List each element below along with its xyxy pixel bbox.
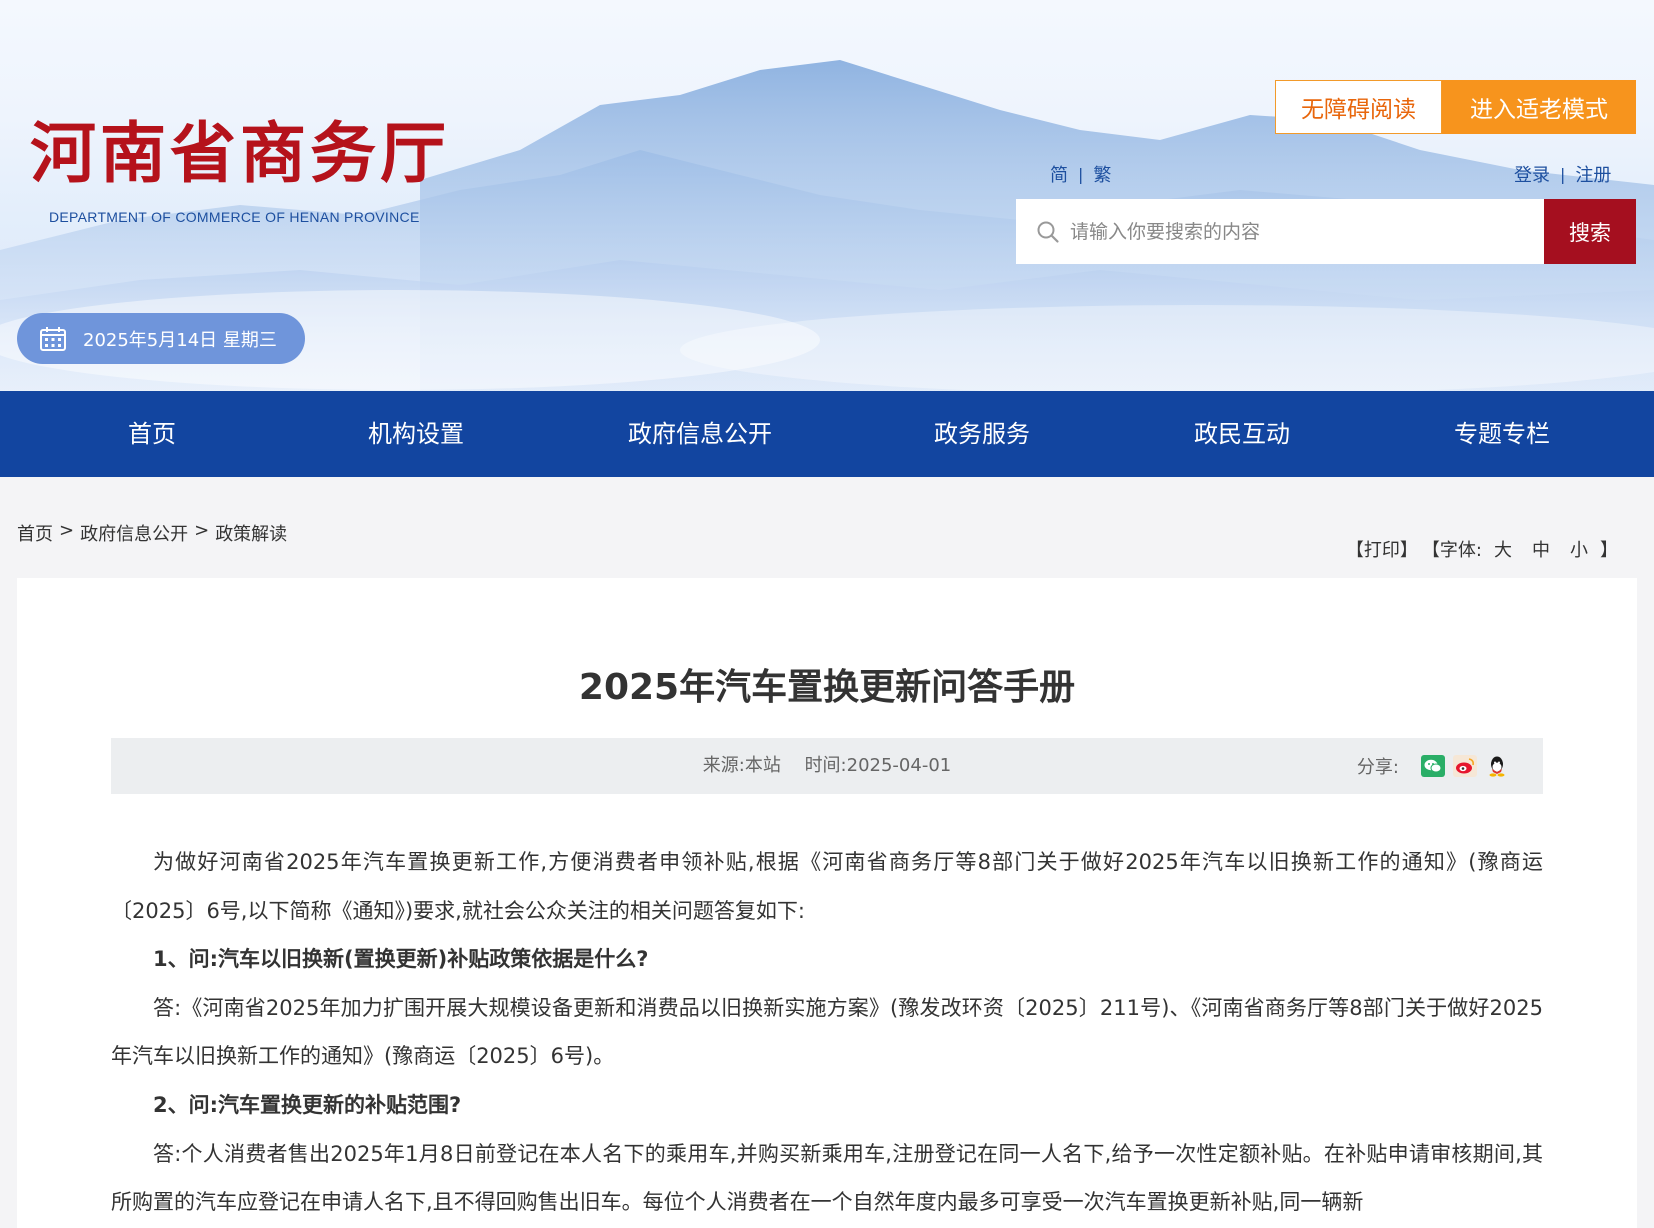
search-icon (1037, 221, 1059, 243)
font-large-button[interactable]: 大 (1494, 536, 1512, 562)
share-bar: 分享: (1357, 738, 1509, 794)
header-banner: 河南省商务厅 DEPARTMENT OF COMMERCE OF HENAN P… (0, 0, 1654, 391)
article-body: 为做好河南省2025年汽车置换更新工作,方便消费者申领补贴,根据《河南省商务厅等… (111, 838, 1543, 1227)
article-paragraph: 答:个人消费者售出2025年1月8日前登记在本人名下的乘用车,并购买新乘用车,注… (111, 1141, 1543, 1215)
elder-mode-button[interactable]: 进入适老模式 (1442, 80, 1636, 134)
qq-icon[interactable] (1485, 755, 1509, 777)
traditional-chinese-link[interactable]: 繁 (1093, 161, 1111, 187)
breadcrumb-separator: > (59, 520, 75, 541)
breadcrumb-gov-info[interactable]: 政府信息公开 (80, 520, 188, 546)
main-nav: 首页 机构设置 政府信息公开 政务服务 政民互动 专题专栏 (0, 391, 1654, 477)
share-label: 分享: (1356, 757, 1399, 778)
font-medium-button[interactable]: 中 (1532, 536, 1550, 562)
article-source: 来源:本站 (702, 755, 781, 776)
search-input[interactable] (1070, 201, 1530, 262)
nav-item-home[interactable]: 首页 (128, 391, 176, 477)
article-source-time: 来源:本站 时间:2025-04-01 (111, 738, 1543, 794)
register-link[interactable]: 注册 (1575, 161, 1611, 187)
current-date: 2025年5月14日 星期三 (83, 329, 277, 351)
weibo-icon[interactable] (1453, 755, 1477, 777)
simplified-chinese-link[interactable]: 简 (1050, 161, 1068, 187)
breadcrumb-policy-interpretation[interactable]: 政策解读 (215, 520, 287, 546)
login-link[interactable]: 登录 (1514, 161, 1550, 187)
language-switch: 简 | 繁 (1050, 161, 1111, 187)
article-question: 1、问:汽车以旧换新(置换更新)补贴政策依据是什么? (153, 947, 649, 972)
divider: | (1560, 164, 1566, 184)
breadcrumb: 首页 > 政府信息公开 > 政策解读 (17, 520, 287, 546)
site-logo[interactable]: 河南省商务厅 (30, 120, 450, 186)
nav-item-topics[interactable]: 专题专栏 (1454, 391, 1550, 477)
article-paragraph: 为做好河南省2025年汽车置换更新工作,方便消费者申领补贴,根据《河南省商务厅等… (111, 850, 1543, 923)
article-tools: 【打印】 【字体: 大 中 小 】 (1346, 536, 1618, 562)
article-container: 2025年汽车置换更新问答手册 来源:本站 时间:2025-04-01 分享: (17, 578, 1637, 1228)
breadcrumb-home[interactable]: 首页 (17, 520, 53, 546)
font-size-suffix: 】 (1600, 540, 1618, 561)
font-small-button[interactable]: 小 (1570, 536, 1588, 562)
article-question: 2、问:汽车置换更新的补贴范围? (153, 1092, 462, 1117)
article-paragraph: 答:《河南省2025年加力扩围开展大规模设备更新和消费品以旧换新实施方案》(豫发… (111, 995, 1543, 1069)
article-meta: 来源:本站 时间:2025-04-01 分享: (111, 738, 1543, 794)
nav-item-interaction[interactable]: 政民互动 (1194, 391, 1290, 477)
date-display: 2025年5月14日 星期三 (17, 313, 305, 364)
calendar-icon (40, 326, 66, 351)
search-button[interactable]: 搜索 (1544, 199, 1636, 264)
site-logo-english: DEPARTMENT OF COMMERCE OF HENAN PROVINCE (49, 209, 420, 225)
wechat-icon[interactable] (1421, 755, 1445, 777)
auth-links: 登录 | 注册 (1514, 161, 1611, 187)
nav-item-gov-services[interactable]: 政务服务 (934, 391, 1030, 477)
article-title: 2025年汽车置换更新问答手册 (578, 667, 1076, 708)
divider: | (1078, 164, 1084, 184)
nav-item-organization[interactable]: 机构设置 (368, 391, 464, 477)
nav-item-gov-info[interactable]: 政府信息公开 (628, 391, 772, 477)
article-time: 时间:2025-04-01 (804, 755, 952, 776)
font-size-label: 【字体: (1421, 540, 1482, 561)
breadcrumb-separator: > (194, 520, 210, 541)
accessibility-reading-button[interactable]: 无障碍阅读 (1275, 80, 1442, 134)
search-box (1016, 199, 1544, 264)
print-button[interactable]: 【打印】 (1346, 536, 1418, 562)
